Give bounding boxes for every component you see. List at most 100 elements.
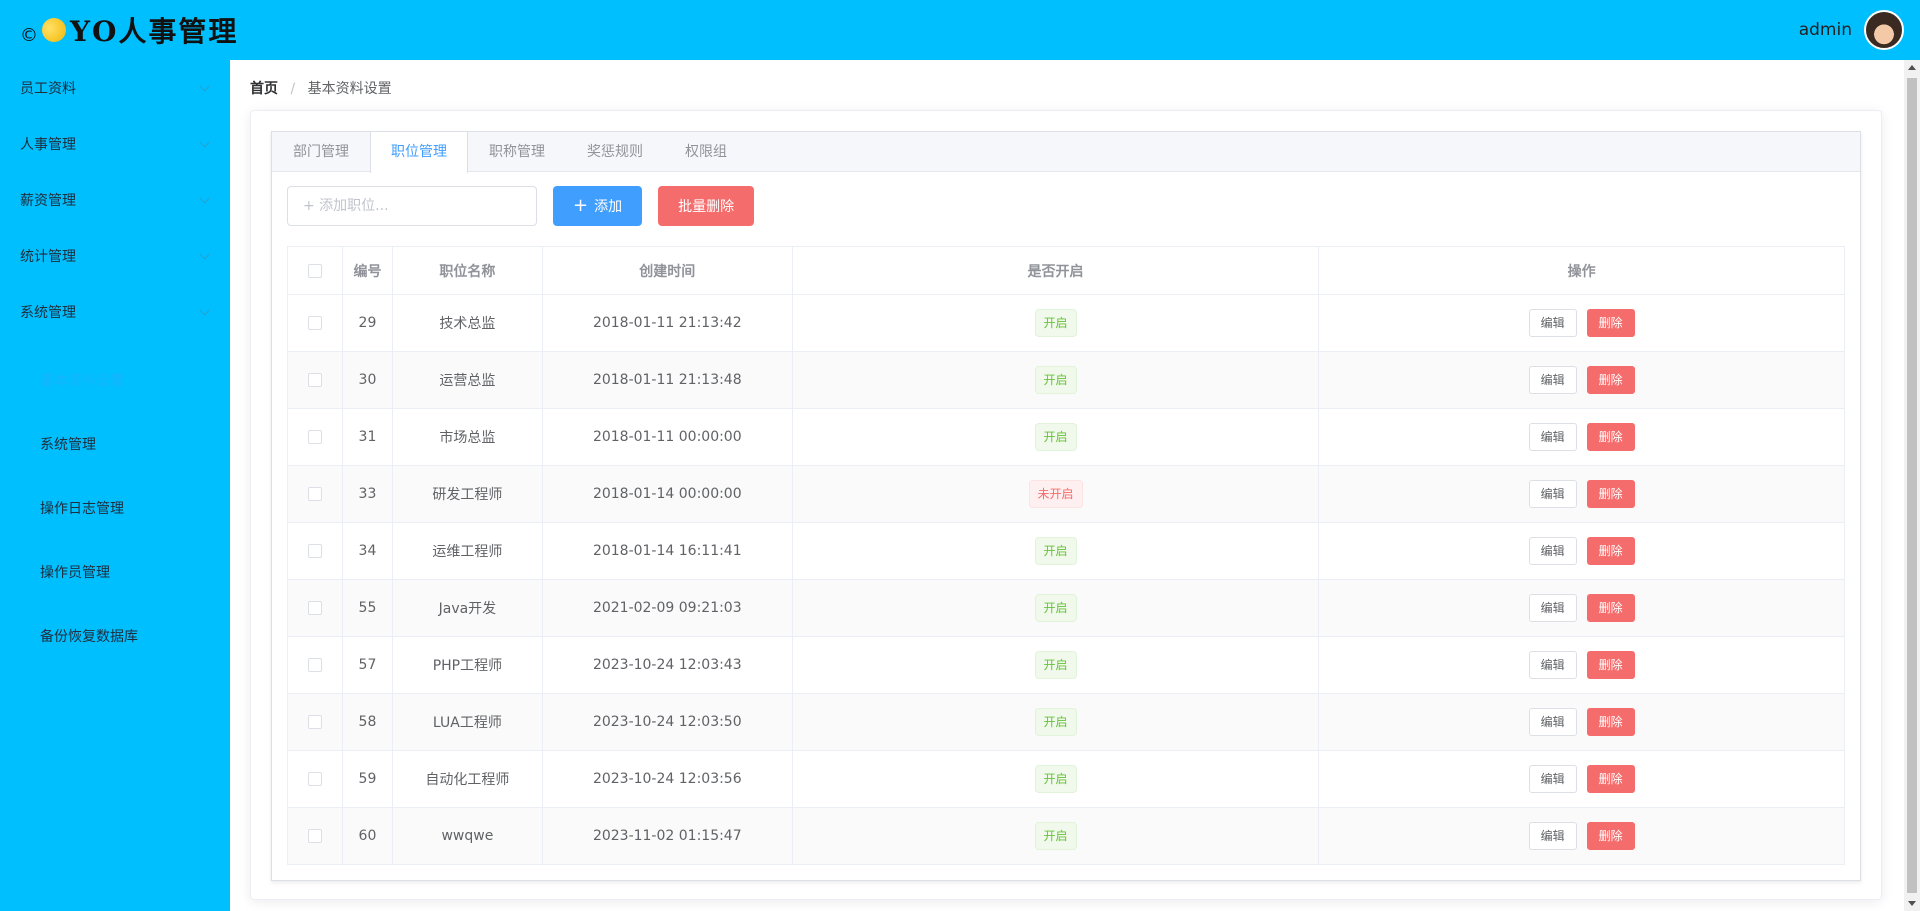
select-all-checkbox[interactable] [307,263,322,278]
sidebar-menu-personnel[interactable]: 人事管理 [0,116,230,172]
delete-button[interactable]: 删除 [1586,765,1635,793]
row-select-cell [287,579,343,637]
row-select-cell [287,636,343,694]
cell-name: wwqwe [391,807,543,865]
tab-reward-rules[interactable]: 奖惩规则 [566,132,664,171]
edit-button[interactable]: 编辑 [1528,480,1577,508]
row-select-cell [287,465,343,523]
scrollbar-thumb[interactable] [1907,78,1917,893]
edit-button[interactable]: 编辑 [1528,822,1577,850]
header-created: 创建时间 [541,246,793,295]
add-position-input[interactable] [287,186,537,226]
table-body: 29 技术总监 2018-01-11 21:13:42 开启 编辑 删除 30 运营总监 201… [287,294,1845,865]
delete-button[interactable]: 删除 [1586,309,1635,337]
delete-button[interactable]: 删除 [1586,651,1635,679]
tabs-container: 部门管理 职位管理 职称管理 奖惩规则 权限组 + 添加 批量删除 [271,131,1861,881]
cell-created: 2023-10-24 12:03:43 [541,636,793,694]
cell-actions: 编辑 删除 [1318,750,1845,808]
cell-id: 57 [341,636,393,694]
row-checkbox[interactable] [307,544,322,558]
row-checkbox[interactable] [307,487,322,501]
delete-button[interactable]: 删除 [1586,708,1635,736]
cell-created: 2021-02-09 09:21:03 [541,579,793,637]
row-checkbox[interactable] [307,601,322,615]
delete-button[interactable]: 删除 [1586,537,1635,565]
row-checkbox[interactable] [307,829,322,843]
sidebar-item-system-manage[interactable]: 系统管理 [0,412,230,476]
status-badge: 开启 [1034,822,1077,850]
cell-created: 2018-01-11 21:13:48 [541,351,793,409]
delete-button[interactable]: 删除 [1586,594,1635,622]
edit-button[interactable]: 编辑 [1528,309,1577,337]
cell-name: 技术总监 [391,294,543,352]
row-checkbox[interactable] [307,658,322,672]
sidebar-menu-salary[interactable]: 薪资管理 [0,172,230,228]
sidebar-menu-statistics[interactable]: 统计管理 [0,228,230,284]
system-submenu: 基本资料设置 系统管理 操作日志管理 操作员管理 备份恢复数据库 [0,340,230,668]
edit-button[interactable]: 编辑 [1528,594,1577,622]
table-row: 29 技术总监 2018-01-11 21:13:42 开启 编辑 删除 [287,294,1845,352]
edit-button[interactable]: 编辑 [1528,537,1577,565]
status-badge: 开启 [1034,366,1077,394]
cell-created: 2023-10-24 12:03:56 [541,750,793,808]
chevron-down-icon [199,81,210,91]
cell-status: 开启 [791,351,1320,409]
scroll-down-arrow[interactable] [1908,901,1916,906]
row-checkbox[interactable] [307,715,322,729]
cell-id: 59 [341,750,393,808]
row-checkbox[interactable] [307,430,322,444]
delete-button[interactable]: 删除 [1586,423,1635,451]
delete-button[interactable]: 删除 [1586,366,1635,394]
tab-position[interactable]: 职位管理 [370,132,468,173]
edit-button[interactable]: 编辑 [1528,423,1577,451]
tab-permission-group[interactable]: 权限组 [664,132,748,171]
sidebar-item-backup-restore[interactable]: 备份恢复数据库 [0,604,230,668]
add-button[interactable]: + 添加 [553,186,643,226]
status-badge: 开启 [1034,423,1077,451]
row-checkbox[interactable] [307,373,322,387]
sidebar-menu-system[interactable]: 系统管理 [0,284,230,340]
delete-button[interactable]: 删除 [1586,480,1635,508]
batch-delete-button[interactable]: 批量删除 [658,186,755,226]
cell-id: 29 [341,294,393,352]
cell-actions: 编辑 删除 [1318,465,1845,523]
row-checkbox[interactable] [307,772,322,786]
edit-button[interactable]: 编辑 [1528,708,1577,736]
sidebar-item-operator[interactable]: 操作员管理 [0,540,230,604]
row-checkbox[interactable] [307,316,322,330]
scroll-up-arrow[interactable] [1908,65,1916,70]
status-badge: 开启 [1034,765,1077,793]
cell-id: 58 [341,693,393,751]
vertical-scrollbar[interactable] [1904,60,1920,911]
chevron-down-icon [199,305,210,315]
avatar[interactable] [1864,10,1904,50]
sidebar-item-basic-settings[interactable]: 基本资料设置 [0,348,230,412]
cell-created: 2023-11-02 01:15:47 [541,807,793,865]
cell-status: 开启 [791,807,1320,865]
cell-actions: 编辑 删除 [1318,522,1845,580]
user-menu[interactable]: admin [1799,10,1904,50]
header-name: 职位名称 [391,246,543,295]
table-row: 55 Java开发 2021-02-09 09:21:03 开启 编辑 删除 [287,579,1845,637]
edit-button[interactable]: 编辑 [1528,366,1577,394]
username[interactable]: admin [1799,20,1852,40]
cell-created: 2018-01-11 00:00:00 [541,408,793,466]
tab-department[interactable]: 部门管理 [272,132,370,171]
table-row: 59 自动化工程师 2023-10-24 12:03:56 开启 编辑 删除 [287,750,1845,808]
table-row: 30 运营总监 2018-01-11 21:13:48 开启 编辑 删除 [287,351,1845,409]
edit-button[interactable]: 编辑 [1528,765,1577,793]
sidebar-item-operation-log[interactable]: 操作日志管理 [0,476,230,540]
position-toolbar: + 添加 批量删除 [287,186,755,226]
status-badge: 开启 [1034,309,1077,337]
delete-button[interactable]: 删除 [1586,822,1635,850]
chevron-down-icon [199,137,210,147]
breadcrumb-home[interactable]: 首页 [250,81,278,97]
row-select-cell [287,750,343,808]
cell-name: Java开发 [391,579,543,637]
edit-button[interactable]: 编辑 [1528,651,1577,679]
main-content: 首页 / 基本资料设置 部门管理 职位管理 职称管理 奖惩规则 权限组 + 添加… [230,60,1900,911]
row-select-cell [287,807,343,865]
sidebar-menu-employee[interactable]: 员工资料 [0,60,230,116]
tab-title[interactable]: 职称管理 [468,132,566,171]
table-row: 58 LUA工程师 2023-10-24 12:03:50 开启 编辑 删除 [287,693,1845,751]
